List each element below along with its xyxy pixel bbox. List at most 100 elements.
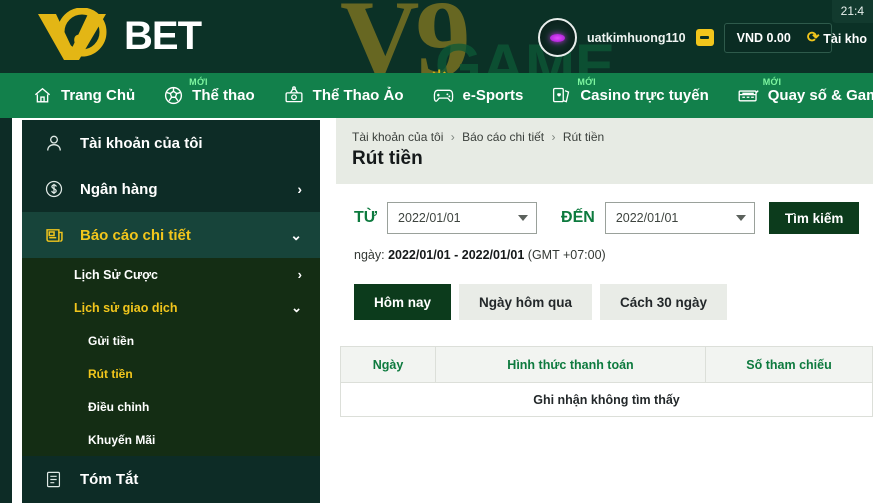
page-body: Tài khoản của tôi Ngân hàng › Báo cáo ch… [0, 118, 873, 503]
balance-box[interactable]: VND 0.00 ⟳ [723, 22, 833, 53]
v9-logo-icon: 9 [38, 8, 107, 60]
clock-display: 21:4 [831, 0, 873, 23]
top-header: V9 GAME ✳ 9 BET uatkimhuong110 VND 0.00 … [0, 0, 873, 73]
range-prefix: ngày: [354, 248, 385, 262]
nav-label: Casino trực tuyến [580, 87, 709, 104]
user-icon [44, 133, 72, 153]
sidebar-item-label: Tài khoản của tôi [80, 134, 203, 152]
table-empty-message: Ghi nhận không tìm thấy [340, 382, 873, 417]
username-label: uatkimhuong110 [587, 30, 686, 45]
sidebar-item-label: Ngân hàng [80, 180, 158, 198]
chevron-down-icon [735, 215, 746, 221]
column-header-hinh-thuc-thanh-toan: Hình thức thanh toán [435, 346, 706, 383]
sidebar-subitem-label: Lịch sử giao dịch [74, 300, 178, 315]
sidebar-item-ngan-hang[interactable]: Ngân hàng › [22, 166, 320, 212]
nav-item-quay-so-games[interactable]: MỚI Quay số & Games [723, 73, 873, 118]
user-account-zone: uatkimhuong110 VND 0.00 ⟳ [538, 18, 833, 57]
playing-cards-icon [551, 85, 572, 106]
chevron-down-icon [518, 215, 529, 221]
svg-text:9: 9 [74, 29, 87, 58]
site-logo[interactable]: 9 BET [22, 8, 202, 64]
sidebar-submenu: Lịch Sử Cược › Lịch sử giao dịch ⌄ Gửi t… [22, 258, 320, 456]
sidebar-item-bao-cao-chi-tiet[interactable]: Báo cáo chi tiết ⌄ [22, 212, 320, 258]
sidebar-item-label: Báo cáo chi tiết [80, 226, 191, 244]
report-table-wrap: Ngày Hình thức thanh toán Số tham chiếu … [336, 346, 873, 417]
sidebar-item-tom-tat[interactable]: Tóm Tắt [22, 456, 320, 502]
sidebar-item-khuyen-mai[interactable]: Khuyến Mãi [22, 423, 320, 456]
table-row: Ghi nhận không tìm thấy [340, 382, 873, 417]
from-date-select[interactable]: 2022/01/01 [387, 202, 538, 234]
refresh-icon[interactable]: ⟳ [807, 30, 820, 45]
avatar[interactable] [538, 18, 577, 57]
from-date-value: 2022/01/01 [398, 211, 461, 225]
column-header-ngay: Ngày [340, 346, 436, 383]
report-table: Ngày Hình thức thanh toán Số tham chiếu … [340, 346, 873, 417]
sidebar-item-lich-su-giao-dich[interactable]: Lịch sử giao dịch ⌄ [22, 291, 320, 324]
nav-badge-new: MỚI [762, 77, 782, 87]
sidebar-item-lich-su-cuoc[interactable]: Lịch Sử Cược › [22, 258, 320, 291]
watermark-star-icon: ✳ [430, 66, 448, 73]
nav-item-the-thao[interactable]: MỚI Thể thao [149, 73, 269, 118]
sidebar-subitem-label: Gửi tiền [88, 333, 135, 348]
breadcrumb-item-2[interactable]: Báo cáo chi tiết [462, 130, 544, 144]
nav-item-casino[interactable]: MỚI Casino trực tuyến [537, 73, 722, 118]
main-content: Tài khoản của tôi › Báo cáo chi tiết › R… [336, 118, 873, 503]
from-label: TỪ [354, 209, 378, 226]
column-header-so-tham-chieu: Số tham chiếu [705, 346, 873, 383]
date-range-note: ngày: 2022/01/01 - 2022/01/01 (GMT +07:0… [336, 234, 873, 262]
breadcrumb-separator: › [450, 130, 455, 144]
dollar-coin-icon [44, 179, 72, 199]
tab-ngay-hom-qua[interactable]: Ngày hôm qua [459, 284, 593, 320]
to-date-value: 2022/01/01 [615, 211, 679, 225]
sidebar-subitem-label: Điều chỉnh [88, 399, 150, 414]
to-label: ĐẾN [561, 209, 595, 226]
nav-badge-new: MỚI [189, 77, 208, 87]
sidebar-item-rut-tien[interactable]: Rút tiền [22, 357, 320, 390]
tab-cach-30-ngay[interactable]: Cách 30 ngày [600, 284, 728, 320]
avatar-glow-icon [550, 33, 565, 42]
nav-label: Quay số & Games [767, 87, 873, 104]
v9-watermark: V9 GAME [340, 0, 615, 73]
breadcrumb-item-1[interactable]: Tài khoản của tôi [352, 130, 443, 144]
gamepad-icon [432, 86, 455, 105]
sidebar-item-dieu-chinh[interactable]: Điều chỉnh [22, 390, 320, 423]
account-menu-label[interactable]: Tài kho [823, 32, 867, 46]
sidebar-subitem-label: Rút tiền [88, 366, 133, 381]
tab-hom-nay[interactable]: Hôm nay [354, 284, 452, 320]
logo-bet-text: BET [124, 14, 202, 58]
table-header-row: Ngày Hình thức thanh toán Số tham chiếu [340, 346, 873, 383]
search-button[interactable]: Tìm kiếm [768, 202, 860, 234]
lottery-ticket-icon [737, 86, 760, 105]
sidebar-subitem-label: Lịch Sử Cược [74, 267, 158, 282]
summary-list-icon [44, 470, 72, 489]
nav-item-trang-chu[interactable]: Trang Chủ [18, 73, 149, 118]
page-title: Rút tiền [352, 148, 423, 169]
nav-label: Thể thao [192, 87, 255, 104]
chevron-right-icon: › [297, 181, 302, 197]
sidebar-subitem-label: Khuyến Mãi [88, 432, 156, 447]
chevron-down-icon: ⌄ [290, 226, 302, 243]
account-sidebar: Tài khoản của tôi Ngân hàng › Báo cáo ch… [22, 120, 320, 503]
breadcrumb-item-3[interactable]: Rút tiền [563, 130, 604, 144]
to-date-select[interactable]: 2022/01/01 [604, 202, 755, 234]
nav-label: Thể Thao Ảo [312, 87, 404, 104]
main-navigation: Trang Chủ MỚI Thể thao Thể Thao Ảo e-Spo… [0, 73, 873, 118]
breadcrumb-block: Tài khoản của tôi › Báo cáo chi tiết › R… [336, 118, 873, 184]
date-filter-row: TỪ 2022/01/01 ĐẾN 2022/01/01 Tìm kiếm [336, 184, 873, 234]
collapse-balance-button[interactable] [695, 29, 714, 46]
page-root: V9 GAME ✳ 9 BET uatkimhuong110 VND 0.00 … [0, 0, 873, 503]
balance-amount: VND 0.00 [736, 30, 791, 45]
nav-label: e-Sports [462, 87, 524, 104]
sidebar-item-tai-khoan-cua-toi[interactable]: Tài khoản của tôi [22, 120, 320, 166]
chevron-right-icon: › [297, 267, 302, 282]
breadcrumb: Tài khoản của tôi › Báo cáo chi tiết › R… [352, 130, 857, 144]
nav-item-e-sports[interactable]: e-Sports [418, 73, 538, 118]
report-icon [44, 225, 72, 246]
watermark-text: V9 [340, 0, 470, 73]
range-timezone: (GMT +07:00) [527, 248, 606, 262]
nav-item-the-thao-ao[interactable]: Thể Thao Ảo [269, 73, 418, 118]
breadcrumb-separator: › [551, 130, 556, 144]
sidebar-item-gui-tien[interactable]: Gửi tiền [22, 324, 320, 357]
soccer-ball-icon [163, 85, 184, 106]
virtual-sports-icon [283, 85, 305, 106]
